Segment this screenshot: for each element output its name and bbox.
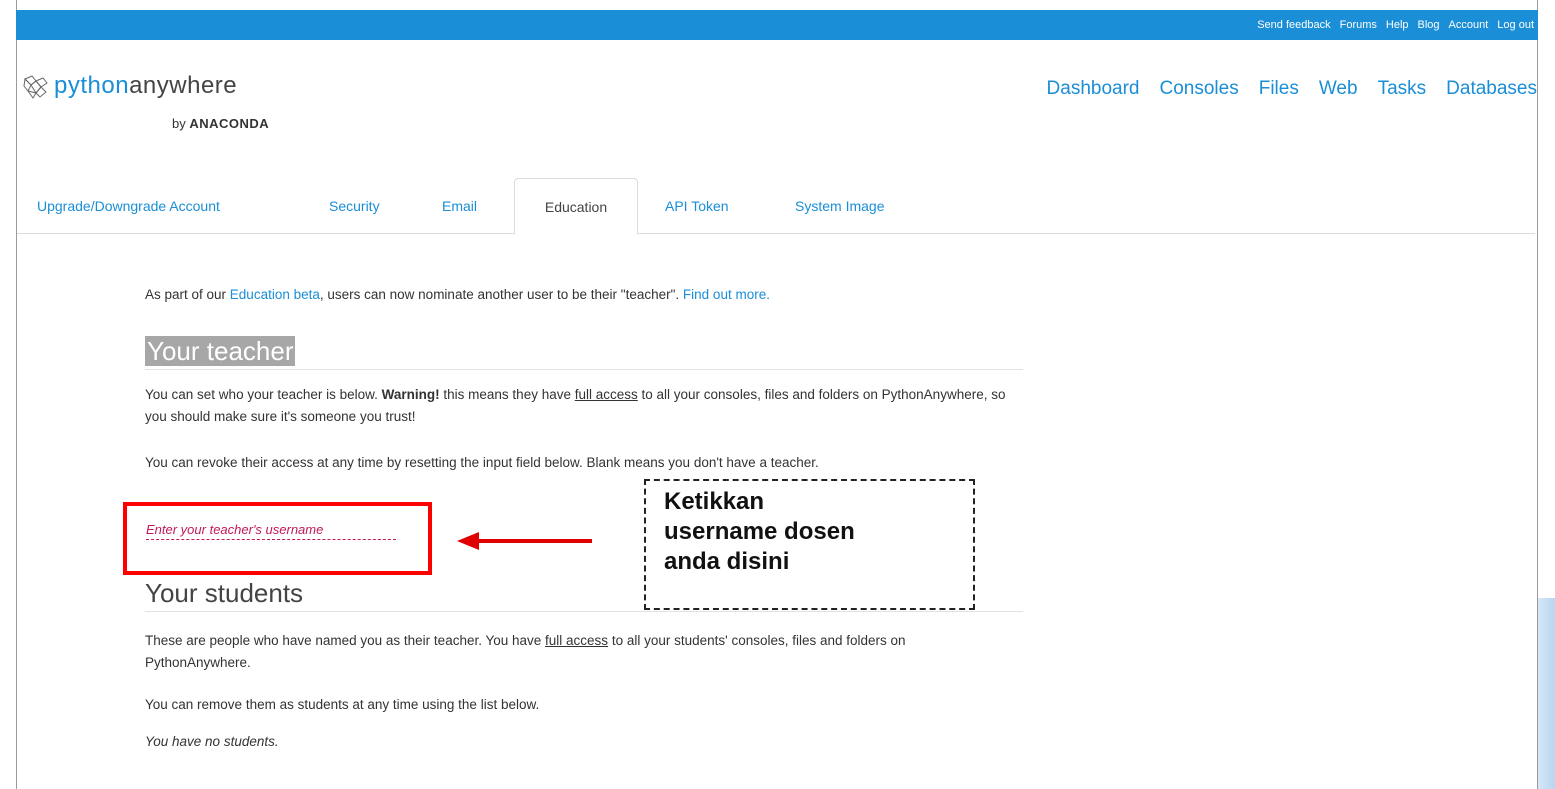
students-p1-pre: These are people who have named you as t… (145, 633, 546, 648)
teacher-revoke-text: You can revoke their access at any time … (145, 455, 819, 470)
account-link[interactable]: Account (1449, 19, 1489, 31)
site-logo[interactable]: pythonanywhere (22, 72, 237, 100)
teacher-heading: Your teacher (145, 336, 1023, 370)
logo-text: pythonanywhere (54, 72, 237, 100)
students-full-access-link[interactable]: full access (545, 633, 608, 648)
intro-pre: As part of our (145, 287, 230, 302)
send-feedback-link[interactable]: Send feedback (1257, 19, 1330, 31)
full-access-link[interactable]: full access (575, 387, 638, 402)
logo-by-text: by (172, 116, 186, 131)
tab-system-image[interactable]: System Image (795, 178, 884, 234)
main-nav: Dashboard Consoles Files Web Tasks Datab… (1027, 78, 1537, 100)
tab-security[interactable]: Security (329, 178, 380, 234)
tab-api-token[interactable]: API Token (665, 178, 729, 234)
tab-email[interactable]: Email (442, 178, 477, 234)
pythonanywhere-logo-icon (23, 75, 48, 99)
teacher-heading-text: Your teacher (145, 336, 296, 366)
tab-upgrade-downgrade[interactable]: Upgrade/Downgrade Account (37, 178, 220, 234)
annotation-callout: Ketikkan username dosen anda disini (644, 479, 975, 610)
logo-byline: by ANACONDA (172, 116, 269, 131)
nav-consoles[interactable]: Consoles (1160, 78, 1239, 100)
students-remove-text: You can remove them as students at any t… (145, 697, 540, 712)
intro-text: As part of our Education beta, users can… (145, 284, 1015, 306)
teacher-warning-text: You can set who your teacher is below. W… (145, 384, 1015, 428)
teacher-p1-pre: You can set who your teacher is below. (145, 387, 382, 402)
tab-education[interactable]: Education (514, 178, 638, 235)
no-students-text: You have no students. (145, 734, 279, 749)
nav-tasks[interactable]: Tasks (1378, 78, 1427, 100)
top-bar: Send feedback Forums Help Blog Account L… (16, 10, 1538, 40)
highlight-box (123, 502, 432, 575)
background-sliver (1538, 598, 1555, 789)
logo-text-python: python (54, 72, 130, 99)
teacher-p1-mid: this means they have (439, 387, 575, 402)
warning-label: Warning! (381, 387, 440, 402)
account-tabs: Upgrade/Downgrade Account Security Email… (17, 178, 1535, 235)
education-beta-link[interactable]: Education beta (230, 287, 320, 302)
arrow-left-icon (457, 532, 592, 550)
logo-brand: ANACONDA (189, 116, 270, 131)
nav-databases[interactable]: Databases (1446, 78, 1537, 100)
help-link[interactable]: Help (1386, 19, 1409, 31)
forums-link[interactable]: Forums (1340, 19, 1377, 31)
logout-link[interactable]: Log out (1497, 19, 1534, 31)
nav-web[interactable]: Web (1319, 78, 1358, 100)
logo-text-anywhere: anywhere (129, 72, 238, 99)
find-out-more-link[interactable]: Find out more. (683, 287, 770, 302)
blog-link[interactable]: Blog (1418, 19, 1440, 31)
nav-files[interactable]: Files (1259, 78, 1299, 100)
students-access-text: These are people who have named you as t… (145, 630, 1015, 674)
intro-mid: , users can now nominate another user to… (319, 287, 683, 302)
nav-dashboard[interactable]: Dashboard (1047, 78, 1140, 100)
